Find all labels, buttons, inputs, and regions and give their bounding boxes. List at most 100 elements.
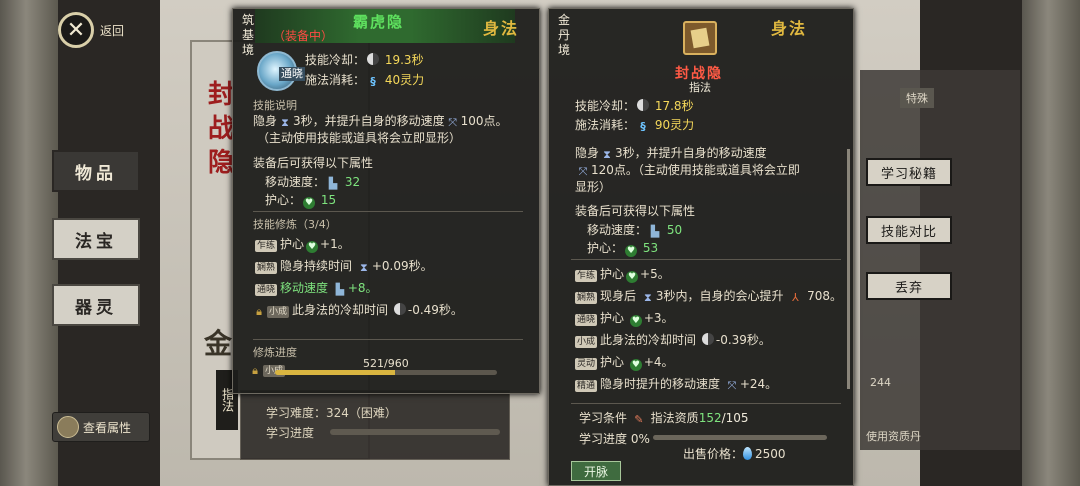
discard-button[interactable]: 丢弃 bbox=[866, 272, 952, 300]
equipped-status: （装备中） bbox=[273, 29, 334, 43]
crit-icon: ⅄ bbox=[791, 291, 799, 304]
divider bbox=[571, 259, 841, 260]
guard-label: 护心： bbox=[265, 193, 302, 207]
desc-duration: 3秒，并提升自身的移动速度 bbox=[293, 114, 445, 128]
boot-icon: ▙ bbox=[650, 225, 660, 238]
learn-condition-row: 学习条件 ✎ 指法资质152/105 bbox=[579, 409, 749, 426]
skill-school: 指法 bbox=[689, 81, 711, 94]
divider bbox=[253, 211, 523, 212]
move-speed-value: 32 bbox=[344, 175, 361, 189]
cultivation-title: 技能修炼（3/4） bbox=[253, 218, 337, 231]
difficulty-label: 学习难度： bbox=[266, 406, 327, 420]
divider bbox=[253, 339, 523, 340]
tier-tag: 乍练 bbox=[575, 270, 598, 282]
manual-scroll-icon bbox=[683, 21, 717, 55]
desc-duration: 3秒，并提升自身的移动速度 bbox=[615, 146, 767, 160]
school-tag: 身法 bbox=[771, 19, 808, 38]
cost-value: 40灵力 bbox=[384, 73, 425, 87]
compare-skill-button[interactable]: 技能对比 bbox=[866, 216, 952, 244]
tier-tag: 精通 bbox=[575, 380, 598, 392]
move-speed-row: 移动速度： ▙ 32 bbox=[265, 173, 360, 190]
mod-label: 此身法的冷却时间 bbox=[292, 303, 389, 317]
desc-line-1: 隐身 ⧗ 3秒，并提升自身的移动速度 bbox=[575, 145, 767, 162]
mod-label: 此身法的冷却时间 bbox=[600, 333, 697, 347]
skill-tier-badge: 通晓 bbox=[279, 67, 305, 81]
cost-label: 施法消耗： bbox=[305, 73, 366, 87]
cooldown-icon bbox=[367, 53, 380, 65]
tier-tag: 通晓 bbox=[255, 284, 278, 296]
mod-row: 灵动 护心 ♥ +4。 bbox=[575, 353, 674, 371]
special-tab[interactable]: 特殊 bbox=[900, 88, 934, 108]
tier-tag: 乍练 bbox=[255, 240, 278, 252]
mod-label: 移动速度 bbox=[280, 281, 329, 295]
mod-row: 娴熟 隐身持续时间 ⧗ +0.09秒。 bbox=[255, 257, 433, 274]
open-meridian-button[interactable]: 开脉 bbox=[571, 461, 621, 481]
speed-icon: ⤧ bbox=[727, 379, 737, 392]
divider bbox=[571, 403, 841, 404]
right-background-panel bbox=[860, 70, 1020, 450]
guard-row: 护心： ♥ 53 bbox=[587, 239, 658, 257]
learn-progress-value: 0% bbox=[630, 432, 650, 446]
mod-label: 护心 bbox=[600, 355, 625, 369]
mod-label: 护心 bbox=[600, 267, 625, 281]
mod-row: 娴熟 现身后 ⧗ 3秒内，自身的会心提升 ⅄ 708。 bbox=[575, 287, 842, 304]
mod-value: +8。 bbox=[347, 281, 378, 295]
mod-value: +0.09秒。 bbox=[371, 259, 433, 273]
close-icon: ✕ bbox=[58, 12, 94, 48]
guard-row: 护心： ♥ 15 bbox=[265, 191, 336, 209]
move-speed-value: 50 bbox=[666, 223, 683, 237]
cooldown-icon bbox=[701, 333, 714, 345]
equipped-skill-panel: 筑基境 （装备中） 霸虎隐 身法 通晓 技能冷却： 19.3秒 施法消耗： § 4… bbox=[232, 8, 540, 394]
tier-tag: 通晓 bbox=[575, 314, 598, 326]
learn-manual-button[interactable]: 学习秘籍 bbox=[866, 158, 952, 186]
mod-row: 乍练 护心 ♥ +1。 bbox=[255, 235, 350, 253]
school-tag: 身法 bbox=[483, 19, 520, 38]
cultivation-progress-fill bbox=[275, 370, 396, 375]
background-count: 244 bbox=[870, 376, 891, 389]
shield-icon: ♥ bbox=[626, 271, 639, 283]
view-attributes-button[interactable]: 查看属性 bbox=[52, 412, 150, 442]
move-speed-row: 移动速度： ▙ 50 bbox=[587, 221, 682, 238]
tab-spirit[interactable]: 器灵 bbox=[52, 284, 140, 326]
shield-icon: ♥ bbox=[625, 245, 638, 257]
desc-line-2: （主动使用技能或道具将会立即显形） bbox=[257, 131, 462, 145]
mod-value: 708。 bbox=[807, 289, 843, 303]
cost-row: 施法消耗： § 40灵力 bbox=[305, 71, 424, 88]
realm-label: 金丹境 bbox=[557, 13, 570, 57]
learn-condition-current: 152 bbox=[698, 411, 722, 425]
cooldown-row: 技能冷却： 17.8秒 bbox=[575, 97, 694, 114]
mod-row: 🔒︎ 小成 此身法的冷却时间 -0.49秒。 bbox=[251, 301, 463, 318]
tier-tag: 娴熟 bbox=[575, 292, 598, 304]
hourglass-icon: ⧗ bbox=[603, 148, 611, 161]
difficulty-value: 324（困难） bbox=[326, 406, 397, 420]
spirit-stone-icon bbox=[743, 447, 753, 460]
tab-treasure[interactable]: 法宝 bbox=[52, 218, 140, 260]
lock-icon: 🔒︎ bbox=[256, 305, 262, 318]
hourglass-icon: ⧗ bbox=[643, 291, 652, 304]
learn-condition-label: 学习条件 bbox=[579, 411, 628, 425]
learn-progress-label: 学习进度 bbox=[579, 432, 628, 446]
realm-label: 筑基境 bbox=[241, 13, 254, 57]
shield-icon: ♥ bbox=[629, 359, 642, 371]
tab-items[interactable]: 物品 bbox=[52, 150, 140, 192]
mod-value: +5。 bbox=[640, 267, 670, 281]
background-progress-label: 学习进度 bbox=[266, 426, 315, 440]
learn-progress-row: 学习进度 0% bbox=[579, 430, 650, 447]
equip-attr-title: 装备后可获得以下属性 bbox=[575, 204, 696, 218]
scrollbar[interactable] bbox=[847, 149, 850, 389]
learn-progress-bar bbox=[653, 435, 827, 440]
character-icon bbox=[57, 416, 79, 438]
tier-tag: 灵动 bbox=[575, 358, 598, 370]
use-qualification-pill[interactable]: 使用资质丹 bbox=[866, 428, 921, 444]
back-button[interactable]: ✕ 返回 bbox=[58, 12, 136, 48]
mod-value: -0.39秒。 bbox=[715, 333, 771, 347]
mod-row: 精通 隐身时提升的移动速度 ⤧ +24。 bbox=[575, 375, 777, 392]
mod-value: +3。 bbox=[643, 311, 674, 325]
desc-speed: 100点。 bbox=[460, 114, 508, 128]
mod-label: 护心 bbox=[280, 237, 305, 251]
cooldown-row: 技能冷却： 19.3秒 bbox=[305, 51, 424, 68]
background-progress-bar bbox=[330, 429, 500, 435]
cooldown-label: 技能冷却： bbox=[305, 53, 366, 67]
boot-icon: ▙ bbox=[328, 177, 338, 190]
shield-icon: ♥ bbox=[303, 197, 316, 209]
